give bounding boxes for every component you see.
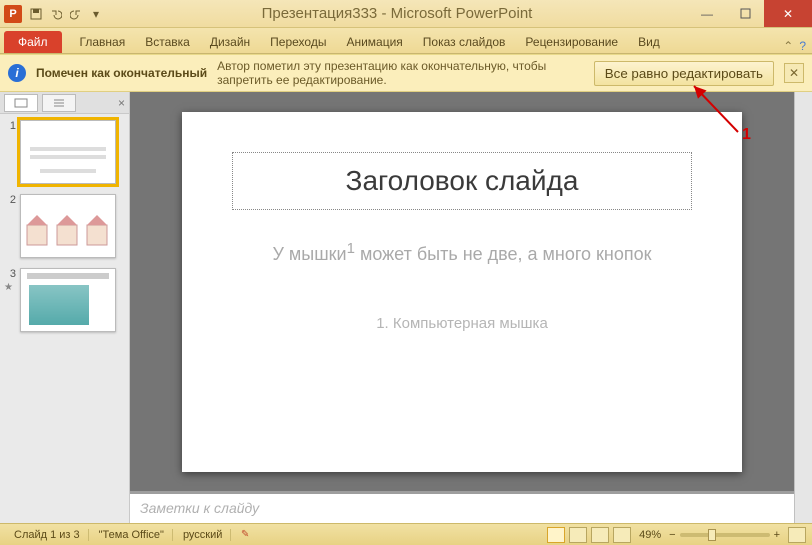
app-icon[interactable]: P — [4, 5, 22, 23]
slide[interactable]: Заголовок слайда У мышки1 может быть не … — [182, 112, 742, 472]
tab-home[interactable]: Главная — [70, 31, 136, 53]
work-area: × 1 2 — [0, 92, 812, 523]
tab-view[interactable]: Вид — [628, 31, 670, 53]
maximize-button[interactable] — [726, 0, 764, 27]
thumb-number: 3 — [4, 268, 16, 280]
help-icon[interactable]: ? — [799, 39, 806, 53]
qat-undo-icon[interactable] — [47, 5, 65, 23]
close-button[interactable]: ✕ — [764, 0, 812, 27]
outline-tab[interactable] — [42, 94, 76, 112]
slide-thumbnail[interactable] — [20, 120, 116, 184]
marked-final-bar: i Помечен как окончательный Автор помети… — [0, 54, 812, 92]
tab-review[interactable]: Рецензирование — [515, 31, 628, 53]
fit-window-button[interactable] — [788, 527, 806, 543]
thumb-row[interactable]: 2 — [4, 194, 125, 258]
thumbnail-list: 1 2 — [0, 114, 129, 523]
slideshow-view-button[interactable] — [613, 527, 631, 543]
msgbar-text: Автор пометил эту презентацию как оконча… — [217, 59, 584, 87]
annotation-label: 1 — [742, 126, 751, 144]
zoom-in-button[interactable]: + — [774, 529, 780, 541]
zoom-percent[interactable]: 49% — [639, 529, 661, 541]
zoom-slider[interactable] — [680, 533, 770, 537]
info-icon: i — [8, 64, 26, 82]
thumb-content-icon — [21, 195, 117, 259]
thumb-number: 2 — [4, 194, 16, 206]
slide-thumbnail[interactable] — [20, 194, 116, 258]
ribbon-minimize-icon[interactable]: ⌃ — [783, 39, 793, 53]
thumb-number: 1 — [4, 120, 16, 132]
editor-area: Заголовок слайда У мышки1 может быть не … — [130, 92, 794, 523]
slide-canvas[interactable]: Заголовок слайда У мышки1 может быть не … — [130, 92, 794, 491]
title-bar: P ▾ Презентация333 - Microsoft PowerPoin… — [0, 0, 812, 28]
msgbar-close-icon[interactable]: ✕ — [784, 63, 804, 83]
notes-pane[interactable]: Заметки к слайду — [130, 491, 794, 523]
status-language[interactable]: русский — [175, 529, 231, 541]
status-spellcheck-icon[interactable]: ✎ — [233, 527, 263, 542]
edit-anyway-button[interactable]: Все равно редактировать — [594, 61, 774, 86]
qat-customize-icon[interactable]: ▾ — [87, 5, 105, 23]
svg-text:✎: ✎ — [241, 529, 249, 539]
vertical-scrollbar[interactable] — [794, 92, 812, 523]
footnote-text[interactable]: 1. Компьютерная мышка — [232, 315, 692, 332]
title-placeholder[interactable]: Заголовок слайда — [232, 152, 692, 210]
subtitle-placeholder[interactable]: У мышки1 может быть не две, а много кноп… — [232, 240, 692, 265]
status-theme[interactable]: "Тема Office" — [91, 529, 173, 541]
tab-animation[interactable]: Анимация — [336, 31, 412, 53]
tab-slideshow[interactable]: Показ слайдов — [413, 31, 516, 53]
minimize-button[interactable]: — — [688, 0, 726, 27]
panel-tabs: × — [0, 92, 129, 114]
animation-star-icon: ★ — [4, 282, 20, 293]
reading-view-button[interactable] — [591, 527, 609, 543]
tab-insert[interactable]: Вставка — [135, 31, 200, 53]
status-slide-count[interactable]: Слайд 1 из 3 — [6, 529, 89, 541]
ribbon-tabs: Файл Главная Вставка Дизайн Переходы Ани… — [0, 28, 812, 54]
thumb-row[interactable]: 1 — [4, 120, 125, 184]
slide-title-text: Заголовок слайда — [245, 165, 679, 197]
qat-save-icon[interactable] — [27, 5, 45, 23]
slide-thumbnail[interactable] — [20, 268, 116, 332]
tab-transitions[interactable]: Переходы — [260, 31, 336, 53]
sorter-view-button[interactable] — [569, 527, 587, 543]
normal-view-button[interactable] — [547, 527, 565, 543]
window-title: Презентация333 - Microsoft PowerPoint — [106, 5, 688, 22]
slides-tab[interactable] — [4, 94, 38, 112]
slide-panel: × 1 2 — [0, 92, 130, 523]
msgbar-title: Помечен как окончательный — [36, 66, 207, 80]
file-tab[interactable]: Файл — [4, 31, 62, 53]
zoom-out-button[interactable]: − — [669, 529, 675, 541]
tab-design[interactable]: Дизайн — [200, 31, 260, 53]
panel-close-icon[interactable]: × — [118, 96, 125, 110]
thumb-row[interactable]: 3 ★ — [4, 268, 125, 332]
status-bar: Слайд 1 из 3 "Тема Office" русский ✎ 49%… — [0, 523, 812, 545]
qat-redo-icon[interactable] — [67, 5, 85, 23]
